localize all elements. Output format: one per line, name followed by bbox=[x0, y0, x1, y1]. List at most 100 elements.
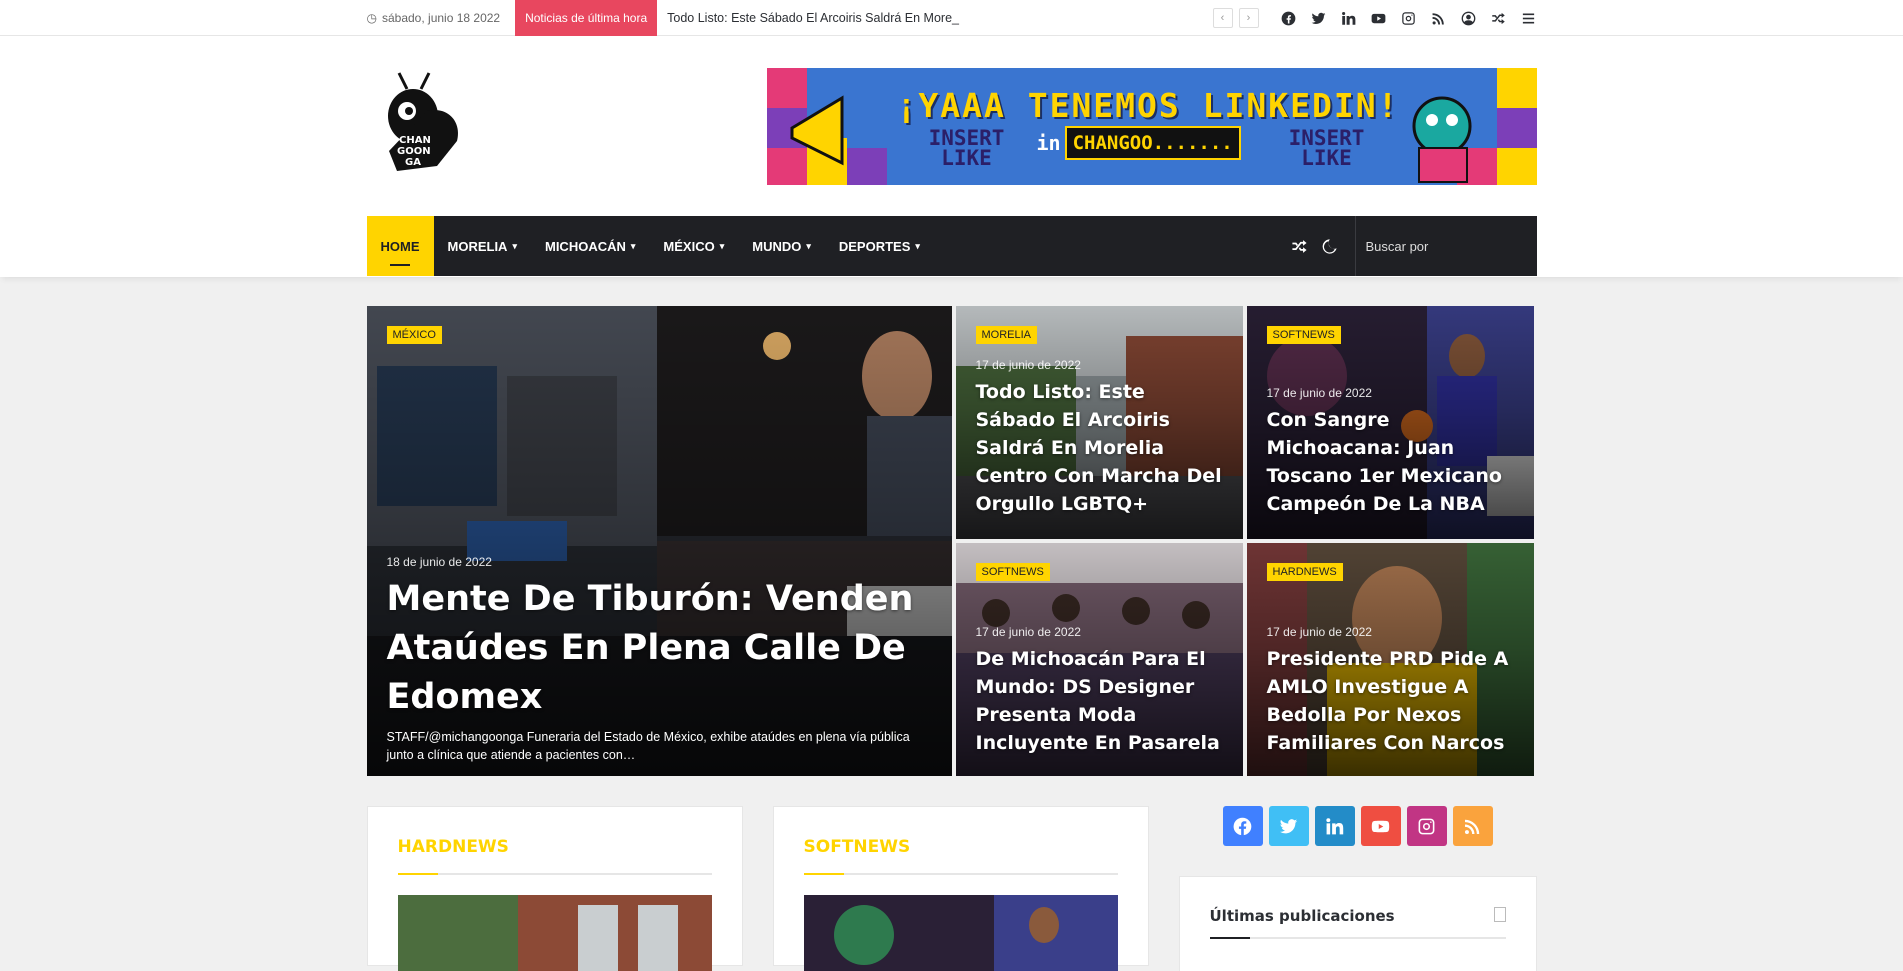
random-icon bbox=[1292, 239, 1307, 253]
top-bar: ◷ sábado, junio 18 2022 Noticias de últi… bbox=[0, 0, 1903, 36]
category-badge[interactable]: Softnews bbox=[1266, 326, 1341, 344]
nav-item-label: México bbox=[663, 238, 715, 254]
random-icon[interactable] bbox=[1491, 10, 1507, 26]
site-header: CHAN GOON GA ¡YAAA TENEMOS LINKEDIN! INS… bbox=[0, 36, 1903, 277]
sidebar: Últimas publicaciones bbox=[1178, 806, 1537, 971]
user-icon[interactable] bbox=[1461, 10, 1477, 26]
rss-icon bbox=[1464, 819, 1480, 834]
rss-button[interactable] bbox=[1452, 806, 1493, 846]
softnews-block: SOFTNEWS bbox=[772, 806, 1149, 971]
post-date: 17 de junio de 2022 bbox=[1266, 625, 1372, 639]
chevron-down-icon: ▾ bbox=[630, 240, 636, 251]
instagram-icon bbox=[1418, 818, 1435, 834]
post-title[interactable]: Todo Listo: Este Sábado El Arcoiris Sald… bbox=[976, 378, 1227, 518]
banner-brand: CHANGOO....... bbox=[1064, 125, 1241, 160]
featured-small-card[interactable]: Hardnews 17 de junio de 2022 Presidente … bbox=[1246, 543, 1534, 776]
featured-big-card[interactable]: México 18 de junio de 2022 Mente De Tibu… bbox=[366, 306, 952, 776]
date-text: sábado, junio 18 2022 bbox=[381, 11, 501, 25]
featured-small-content: 17 de junio de 2022 De Michoacán Para El… bbox=[976, 625, 1227, 757]
logo-text-1: CHAN bbox=[399, 135, 431, 146]
hardnews-thumbnail[interactable] bbox=[397, 895, 712, 971]
category-badge[interactable]: Softnews bbox=[975, 563, 1050, 581]
category-badge[interactable]: México bbox=[386, 326, 442, 344]
search-input[interactable] bbox=[1365, 238, 1542, 254]
banner-title: ¡YAAA TENEMOS LINKEDIN! bbox=[896, 85, 1400, 125]
featured-small-content: 17 de junio de 2022 Presidente PRD Pide … bbox=[1267, 625, 1518, 757]
nav-item-deportes[interactable]: Deportes ▾ bbox=[825, 216, 934, 276]
nav-item-mundo[interactable]: Mundo ▾ bbox=[738, 216, 825, 276]
document-icon bbox=[1493, 907, 1506, 922]
linkedin-button[interactable] bbox=[1314, 806, 1355, 846]
top-social-icons bbox=[1281, 10, 1537, 26]
menu-icon[interactable] bbox=[1521, 10, 1537, 26]
latest-posts-widget: Últimas publicaciones bbox=[1178, 876, 1537, 971]
ticker-next-button[interactable]: › bbox=[1238, 8, 1259, 28]
widget-title-text: Últimas publicaciones bbox=[1209, 907, 1395, 925]
post-title[interactable]: Presidente PRD Pide A AMLO Investigue A … bbox=[1267, 645, 1518, 757]
breaking-news-label: Noticias de última hora bbox=[515, 0, 658, 36]
linkedin-icon[interactable] bbox=[1341, 10, 1357, 26]
featured-small-content: 17 de junio de 2022 Con Sangre Michoacan… bbox=[1267, 386, 1518, 518]
banner-mid: in CHANGOO....... bbox=[1036, 125, 1241, 160]
ticker-prev-button[interactable]: ‹ bbox=[1212, 8, 1233, 28]
linkedin-promo-banner[interactable]: ¡YAAA TENEMOS LINKEDIN! INSERT LIKE in C… bbox=[766, 67, 1537, 185]
post-title[interactable]: De Michoacán Para El Mundo: DS Designer … bbox=[976, 645, 1227, 757]
instagram-button[interactable] bbox=[1406, 806, 1447, 846]
social-buttons bbox=[1179, 806, 1537, 846]
post-title[interactable]: Con Sangre Michoacana: Juan Toscano 1er … bbox=[1267, 406, 1518, 518]
breaking-news-headline[interactable]: Todo Listo: Este Sábado El Arcoiris Sald… bbox=[667, 11, 1212, 25]
featured-small-card[interactable]: Softnews 17 de junio de 2022 De Michoacá… bbox=[955, 543, 1243, 776]
facebook-button[interactable] bbox=[1222, 806, 1263, 846]
rss-icon[interactable] bbox=[1431, 10, 1447, 26]
chevron-down-icon: ▾ bbox=[806, 240, 811, 251]
linkedin-icon bbox=[1326, 817, 1344, 834]
softnews-thumbnail[interactable] bbox=[803, 895, 1118, 971]
category-badge[interactable]: Hardnews bbox=[1266, 563, 1343, 581]
instagram-icon[interactable] bbox=[1401, 10, 1417, 26]
nav-item-morelia[interactable]: Morelia ▾ bbox=[434, 216, 531, 276]
post-date: 18 de junio de 2022 bbox=[386, 555, 492, 569]
nav-item-label: Home bbox=[380, 238, 420, 254]
youtube-icon[interactable] bbox=[1371, 10, 1387, 26]
twitter-icon bbox=[1279, 818, 1298, 833]
post-excerpt: STAFF/@michangoonga Funeraria del Estado… bbox=[386, 730, 910, 762]
search-box bbox=[1354, 216, 1542, 276]
main-navigation: Home Morelia ▾ Michoacán ▾ México ▾ Mundo ▾ … bbox=[366, 216, 1542, 276]
featured-small-card[interactable]: Morelia 17 de junio de 2022 Todo Listo: … bbox=[955, 306, 1243, 539]
site-logo[interactable]: CHAN GOON GA bbox=[377, 71, 467, 181]
featured-grid: México 18 de junio de 2022 Mente De Tibu… bbox=[366, 306, 1537, 776]
random-article-button[interactable] bbox=[1285, 216, 1315, 276]
moon-icon bbox=[1322, 238, 1337, 254]
nav-item-label: Deportes bbox=[838, 238, 911, 254]
nav-item-label: Morelia bbox=[447, 238, 508, 254]
nav-item-home[interactable]: Home bbox=[366, 216, 434, 276]
post-title[interactable]: Mente De Tiburón: Venden Ataúdes En Plen… bbox=[387, 575, 936, 722]
nav-item-michoacan[interactable]: Michoacán ▾ bbox=[531, 216, 649, 276]
post-date: 17 de junio de 2022 bbox=[1266, 386, 1372, 400]
logo-text-2: GOON bbox=[397, 146, 431, 157]
youtube-button[interactable] bbox=[1360, 806, 1401, 846]
youtube-icon bbox=[1371, 820, 1390, 832]
twitter-button[interactable] bbox=[1268, 806, 1309, 846]
category-badge[interactable]: Morelia bbox=[975, 326, 1038, 344]
top-date: ◷ sábado, junio 18 2022 bbox=[367, 11, 501, 25]
block-title[interactable]: HARDNEWS bbox=[397, 837, 712, 875]
featured-small-card[interactable]: Softnews 17 de junio de 2022 Con Sangre … bbox=[1246, 306, 1534, 539]
post-date: 17 de junio de 2022 bbox=[975, 358, 1081, 372]
nav-item-label: Mundo bbox=[752, 238, 802, 254]
logo-text-3: GA bbox=[405, 157, 421, 168]
hardnews-block: HARDNEWS bbox=[366, 806, 743, 971]
banner-right-text: INSERT LIKE bbox=[1288, 125, 1365, 170]
chevron-down-icon: ▾ bbox=[512, 240, 517, 251]
banner-in: in bbox=[1036, 130, 1061, 155]
facebook-icon[interactable] bbox=[1281, 10, 1297, 26]
banner-left-text: INSERT LIKE bbox=[928, 125, 1005, 170]
dark-mode-toggle[interactable] bbox=[1315, 216, 1345, 276]
latest-posts-title: Últimas publicaciones bbox=[1209, 907, 1506, 939]
chevron-down-icon: ▾ bbox=[915, 240, 920, 251]
nav-item-mexico[interactable]: México ▾ bbox=[649, 216, 738, 276]
nav-item-label: Michoacán bbox=[544, 238, 626, 254]
twitter-icon[interactable] bbox=[1311, 10, 1327, 26]
block-title[interactable]: SOFTNEWS bbox=[803, 837, 1118, 875]
post-date: 17 de junio de 2022 bbox=[975, 625, 1081, 639]
